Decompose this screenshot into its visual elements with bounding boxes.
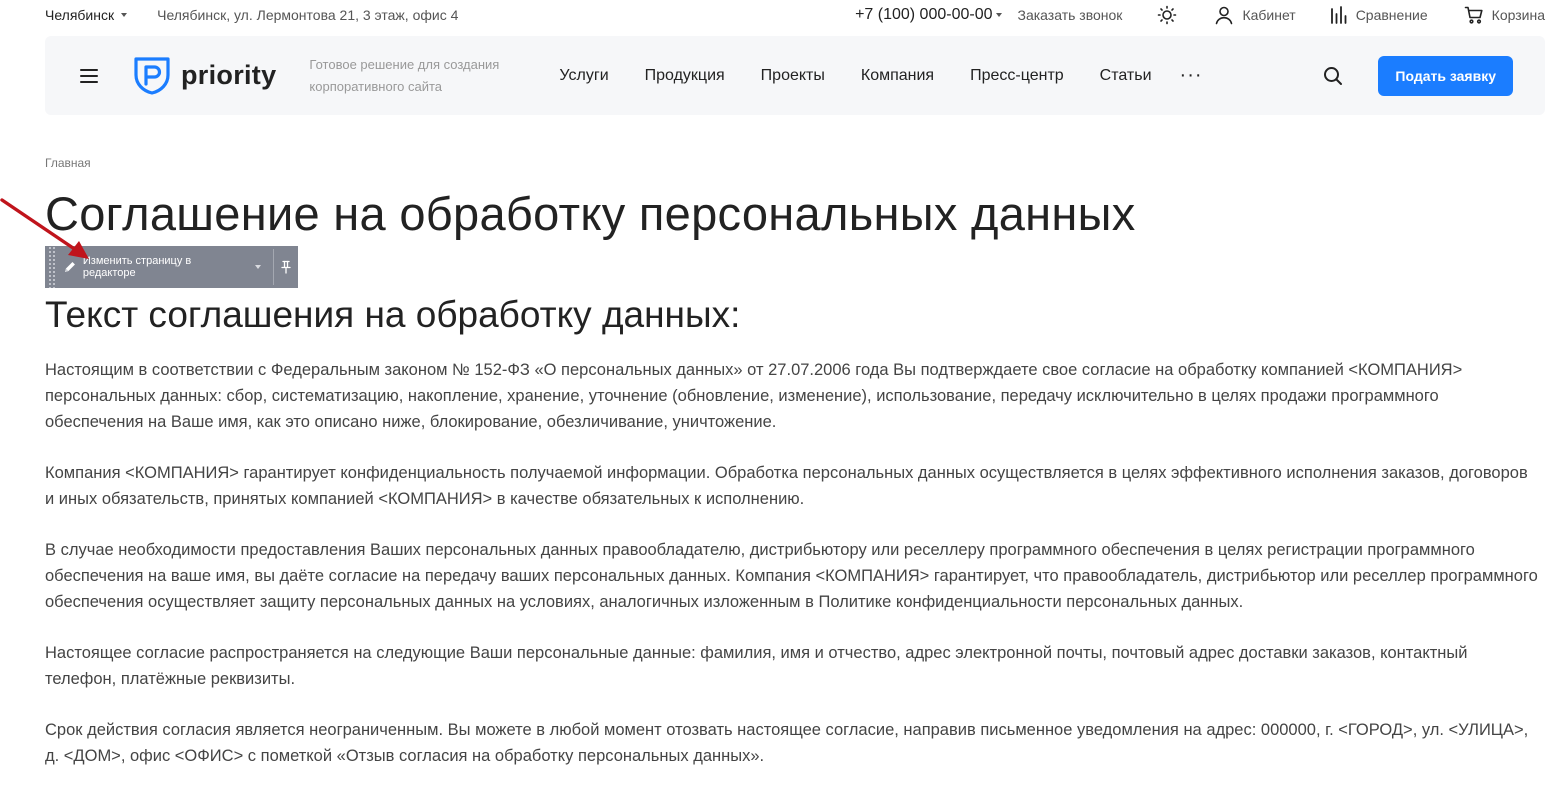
- site-tagline: Готовое решение для создания корпоративн…: [309, 56, 500, 94]
- page-title: Соглашение на обработку персональных дан…: [45, 187, 1136, 240]
- burger-line: [80, 80, 98, 83]
- phone-number: +7 (100) 000-00-00: [855, 6, 993, 23]
- section-subtitle: Текст соглашения на обработку данных:: [45, 294, 741, 335]
- main-nav: Услуги Продукция Проекты Компания Пресс-…: [559, 64, 1202, 87]
- user-icon: [1216, 6, 1233, 25]
- submit-request-button[interactable]: Подать заявку: [1378, 55, 1513, 96]
- burger-line: [80, 74, 98, 77]
- city-label: Челябинск: [45, 7, 115, 23]
- search-button[interactable]: [1322, 65, 1344, 87]
- cabinet-link[interactable]: Кабинет: [1214, 5, 1296, 25]
- burger-line: [80, 68, 98, 71]
- compare-label: Сравнение: [1355, 7, 1428, 23]
- bar-chart-icon: [1330, 6, 1347, 24]
- sun-icon: [1158, 5, 1177, 25]
- topbar-actions: +7 (100) 000-00-00 Заказать звонок Кабин…: [855, 4, 1545, 26]
- pin-icon: [281, 260, 291, 274]
- annotation-arrow-icon: [0, 198, 89, 259]
- city-selector[interactable]: Челябинск: [45, 7, 128, 23]
- chevron-down-icon: [255, 265, 262, 269]
- site-logo[interactable]: priority: [133, 56, 276, 96]
- agreement-text: Настоящим в соответствии с Федеральным з…: [45, 357, 1540, 794]
- phone-selector[interactable]: +7 (100) 000-00-00: [855, 6, 1002, 24]
- nav-item-articles[interactable]: Статьи: [1100, 67, 1152, 85]
- agreement-paragraph: Компания <КОМПАНИЯ> гарантирует конфиден…: [45, 464, 1528, 508]
- search-icon: [1324, 66, 1343, 85]
- agreement-paragraph: Срок действия согласия является неограни…: [45, 721, 1529, 765]
- edit-page-label: Изменить страницу в редакторе: [82, 255, 192, 279]
- cabinet-label: Кабинет: [1242, 7, 1296, 23]
- theme-toggle-button[interactable]: [1156, 4, 1178, 26]
- compare-link[interactable]: Сравнение: [1330, 6, 1428, 24]
- pin-button[interactable]: [274, 246, 298, 288]
- nav-item-company[interactable]: Компания: [861, 67, 934, 85]
- nav-item-projects[interactable]: Проекты: [761, 67, 825, 85]
- nav-item-products[interactable]: Продукция: [645, 67, 725, 85]
- breadcrumb-home[interactable]: Главная: [45, 156, 91, 170]
- main-header: priority Готовое решение для создания ко…: [45, 36, 1545, 115]
- priority-logo-icon: [134, 56, 170, 95]
- nav-item-press-center[interactable]: Пресс-центр: [970, 67, 1064, 85]
- agreement-paragraph: В случае необходимости предоставления Ва…: [45, 541, 1538, 611]
- logo-text: priority: [181, 60, 277, 90]
- cart-label: Корзина: [1491, 7, 1545, 23]
- agreement-paragraph: Настоящим в соответствии с Федеральным з…: [45, 361, 1463, 431]
- nav-item-services[interactable]: Услуги: [559, 67, 608, 85]
- top-utility-bar: Челябинск Челябинск, ул. Лермонтова 21, …: [45, 0, 1545, 30]
- agreement-paragraph: Настоящее согласие распространяется на с…: [45, 644, 1468, 688]
- callback-link[interactable]: Заказать звонок: [1018, 7, 1123, 23]
- cart-link[interactable]: Корзина: [1464, 5, 1545, 25]
- office-address: Челябинск, ул. Лермонтова 21, 3 этаж, оф…: [157, 7, 459, 23]
- nav-more-button[interactable]: ···: [1180, 64, 1203, 87]
- menu-burger-button[interactable]: [80, 68, 98, 83]
- cart-icon: [1464, 6, 1483, 24]
- chevron-down-icon: [995, 13, 1002, 17]
- chevron-down-icon: [121, 13, 128, 17]
